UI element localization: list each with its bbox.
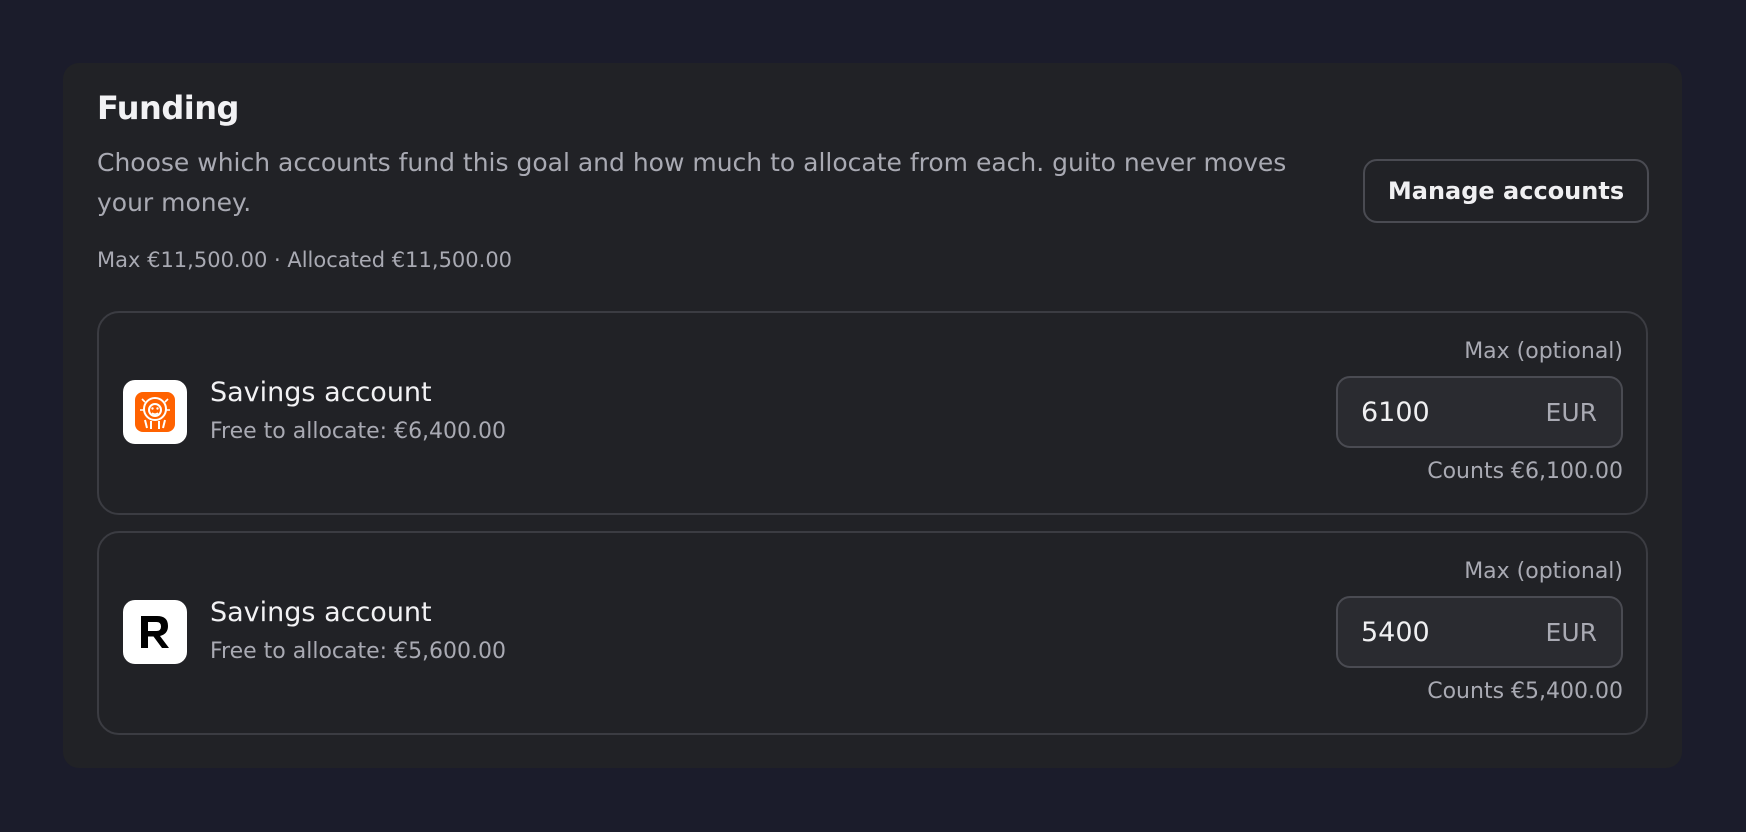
account-name: Savings account <box>210 377 432 408</box>
currency-label: EUR <box>1545 397 1597 427</box>
amount-input[interactable] <box>1338 616 1546 648</box>
account-row: Savings account Free to allocate: €5,600… <box>97 531 1648 735</box>
account-free-amount: Free to allocate: €5,600.00 <box>210 639 507 664</box>
max-label: Max (optional) <box>1464 559 1623 584</box>
account-free-amount: Free to allocate: €6,400.00 <box>210 419 507 444</box>
currency-label: EUR <box>1545 617 1597 647</box>
allocation-summary: Max €11,500.00 · Allocated €11,500.00 <box>97 248 513 272</box>
account-name: Savings account <box>210 597 432 628</box>
funding-card: Funding Choose which accounts fund this … <box>63 63 1682 768</box>
revolut-r-icon <box>123 600 187 664</box>
counts-amount: Counts €6,100.00 <box>1427 459 1623 484</box>
manage-accounts-button[interactable]: Manage accounts <box>1363 159 1649 223</box>
ing-lion-icon <box>123 380 187 444</box>
max-label: Max (optional) <box>1464 339 1623 364</box>
amount-field[interactable]: EUR <box>1336 376 1623 448</box>
account-row: Savings account Free to allocate: €6,400… <box>97 311 1648 515</box>
amount-field[interactable]: EUR <box>1336 596 1623 668</box>
amount-input[interactable] <box>1338 396 1546 428</box>
counts-amount: Counts €5,400.00 <box>1427 679 1623 704</box>
funding-description: Choose which accounts fund this goal and… <box>97 148 1287 217</box>
funding-title: Funding <box>97 89 239 127</box>
